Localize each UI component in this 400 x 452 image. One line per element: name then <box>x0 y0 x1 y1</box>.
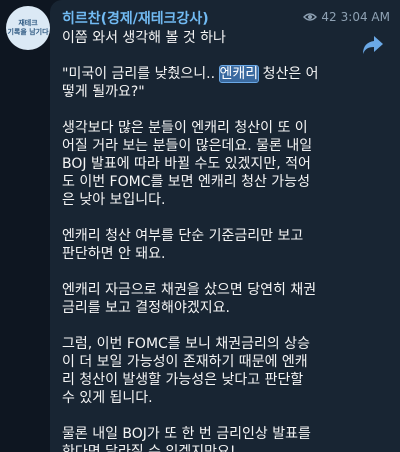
quote-before: "미국이 금리를 낮췄으니.. <box>62 66 220 82</box>
eye-icon <box>303 13 318 21</box>
avatar[interactable]: 재테크 기록을 남기다 <box>6 6 50 50</box>
message-meta: 42 3:04 AM <box>303 10 390 24</box>
highlighted-term[interactable]: 엔캐리 <box>218 65 260 83</box>
message-paragraph-2: 엔캐리 청산 여부를 단순 기준금리만 보고 판단하면 안 돼요. <box>62 228 304 262</box>
message-body: 이쯤 와서 생각해 볼 것 하나 "미국이 금리를 낮췄으니.. 엔캐리 청산은… <box>62 29 362 452</box>
chat-screen: 재테크 기록을 남기다 히르찬(경제/재테크강사) 42 3:04 AM 이쯤 … <box>0 0 400 452</box>
avatar-line-2: 기록을 남기다 <box>7 28 49 36</box>
message-paragraph-4: 그럼, 이번 FOMC를 보니 채권금리의 상승 이 더 보일 가능성이 존재하… <box>62 336 310 406</box>
avatar-line-1: 재테크 <box>18 19 38 27</box>
view-count: 42 <box>321 10 337 24</box>
message-intro: 이쯤 와서 생각해 볼 것 하나 <box>62 30 226 46</box>
message-paragraph-3: 엔캐리 자금으로 채권을 샀으면 당연히 채권 금리를 보고 결정해야겠지요. <box>62 282 317 316</box>
message-time: 3:04 AM <box>340 10 390 24</box>
message-header: 히르찬(경제/재테크강사) 42 3:04 AM <box>62 8 400 28</box>
message-bubble: 히르찬(경제/재테크강사) 42 3:04 AM 이쯤 와서 생각해 볼 것 하… <box>50 0 400 452</box>
share-button[interactable] <box>360 32 386 58</box>
share-arrow-icon <box>363 36 383 54</box>
message-paragraph-5: 물론 내일 BOJ가 또 한 번 금리인상 발표를 한다면 달라질 수 있겠지만… <box>62 426 311 452</box>
message-paragraph-1: 생각보다 많은 분들이 엔캐리 청산이 또 이 어질 거라 보는 분들이 많은데… <box>62 120 313 208</box>
message-quote: "미국이 금리를 낮췄으니.. 엔캐리 청산은 어 떻게 될까요?" <box>62 65 362 101</box>
sender-name[interactable]: 히르찬(경제/재테크강사) <box>62 8 209 28</box>
